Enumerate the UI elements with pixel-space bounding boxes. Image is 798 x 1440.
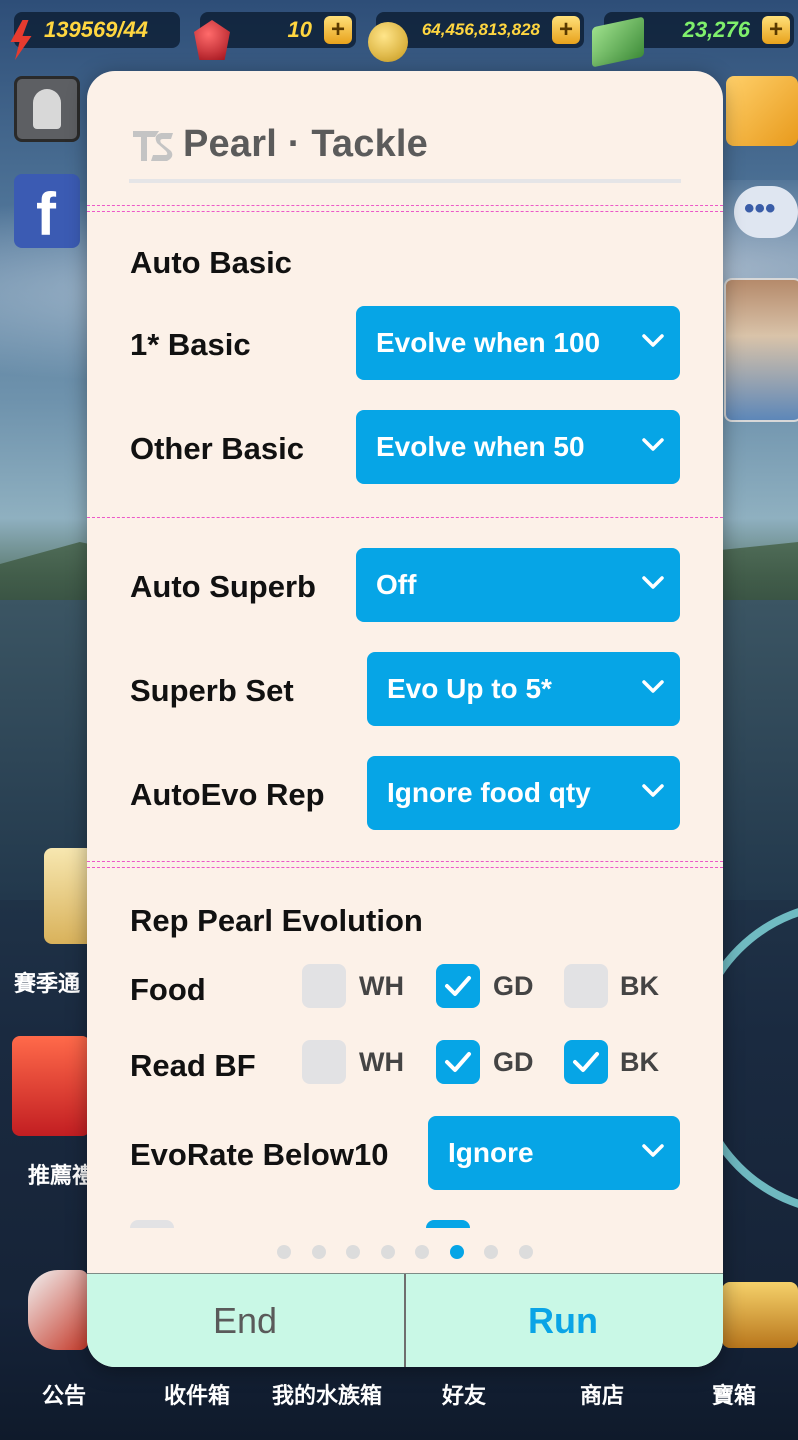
page-dot[interactable] <box>277 1245 291 1259</box>
superb-set-value: Evo Up to 5* <box>387 673 552 704</box>
panel-header: Pearl · Tackle <box>129 123 681 167</box>
food-gd-label: GD <box>493 971 534 1001</box>
auto-basic-heading: Auto Basic <box>130 245 292 280</box>
bottom-nav: 公告 收件箱 我的水族箱 好友 商店 寶箱 <box>0 1378 798 1408</box>
page-dot[interactable] <box>381 1245 395 1259</box>
autoevo-rep-value: Ignore food qty <box>387 777 591 808</box>
ts-logo-icon <box>133 131 173 161</box>
section-divider <box>87 867 723 868</box>
gift-box-icon[interactable] <box>12 1036 90 1136</box>
end-button[interactable]: End <box>87 1274 403 1367</box>
chevron-down-icon <box>642 576 664 589</box>
section-divider <box>87 205 723 206</box>
gold-coins-icon <box>368 22 408 62</box>
nav-shop[interactable]: 商店 <box>580 1378 624 1410</box>
gems-value: 10 <box>287 17 312 42</box>
readbf-gd-label: GD <box>493 1047 534 1077</box>
basic-1star-value: Evolve when 100 <box>376 327 601 358</box>
autoevo-rep-label: AutoEvo Rep <box>130 777 325 812</box>
other-basic-select[interactable]: Evolve when 50 <box>356 410 680 484</box>
nav-aquarium[interactable]: 我的水族箱 <box>272 1378 382 1410</box>
chevron-down-icon <box>642 438 664 451</box>
chevron-down-icon <box>642 1144 664 1157</box>
section-divider <box>87 517 723 518</box>
checkmark-icon <box>573 1052 599 1072</box>
food-bk-checkbox[interactable] <box>564 964 608 1008</box>
checkmark-icon <box>445 976 471 996</box>
page-dot[interactable] <box>415 1245 429 1259</box>
nav-friends[interactable]: 好友 <box>442 1378 486 1410</box>
page-dot[interactable] <box>346 1245 360 1259</box>
readbf-wh-checkbox[interactable] <box>302 1040 346 1084</box>
character-portrait[interactable] <box>724 278 798 422</box>
superb-set-select[interactable]: Evo Up to 5* <box>367 652 680 726</box>
next-row-checkbox-peek[interactable] <box>426 1220 470 1228</box>
food-wh-label: WH <box>359 971 404 1001</box>
page-dot[interactable] <box>519 1245 533 1259</box>
settings-panel: Pearl · Tackle Auto Basic 1* Basic Evolv… <box>87 71 723 1367</box>
facebook-icon[interactable] <box>14 174 80 249</box>
panel-footer: End Run <box>87 1273 723 1367</box>
energy-counter: 139569/44 <box>14 12 180 48</box>
autoevo-rep-select[interactable]: Ignore food qty <box>367 756 680 830</box>
readbf-gd-checkbox[interactable] <box>436 1040 480 1084</box>
auto-superb-value: Off <box>376 569 417 600</box>
add-gems-button[interactable]: + <box>324 16 352 44</box>
read-bf-label: Read BF <box>130 1048 256 1083</box>
food-bk-label: BK <box>620 971 659 1001</box>
readbf-bk-checkbox[interactable] <box>564 1040 608 1084</box>
readbf-bk-label: BK <box>620 1047 659 1077</box>
superb-set-label: Superb Set <box>130 673 294 708</box>
energy-value: 139569/44 <box>44 17 148 42</box>
basic-1star-label: 1* Basic <box>130 327 251 362</box>
megaphone-icon[interactable] <box>28 1270 88 1350</box>
auto-superb-select[interactable]: Off <box>356 548 680 622</box>
nav-chest[interactable]: 寶箱 <box>712 1378 756 1410</box>
other-basic-value: Evolve when 50 <box>376 431 585 462</box>
chevron-down-icon <box>642 334 664 347</box>
panel-title: Pearl · Tackle <box>183 123 429 165</box>
auto-superb-label: Auto Superb <box>130 569 316 604</box>
nav-inbox[interactable]: 收件箱 <box>164 1378 230 1410</box>
page-dot[interactable] <box>484 1245 498 1259</box>
basic-1star-select[interactable]: Evolve when 100 <box>356 306 680 380</box>
checkmark-icon <box>445 1052 471 1072</box>
treasure-chest-icon[interactable] <box>722 1282 798 1348</box>
chevron-down-icon <box>642 680 664 693</box>
cash-value: 23,276 <box>682 17 750 42</box>
food-label: Food <box>130 972 206 1007</box>
rep-pearl-evolution-heading: Rep Pearl Evolution <box>130 903 423 938</box>
evorate-value: Ignore <box>448 1137 534 1168</box>
add-coins-button[interactable]: + <box>552 16 580 44</box>
next-row-checkbox-peek[interactable] <box>130 1220 174 1228</box>
coins-value: 64,456,813,828 <box>421 20 540 39</box>
chat-bubble-icon[interactable] <box>734 186 798 238</box>
readbf-wh-label: WH <box>359 1047 404 1077</box>
section-divider <box>87 211 723 212</box>
page-dot-active[interactable] <box>450 1245 464 1259</box>
page-indicator <box>87 1245 723 1259</box>
add-cash-button[interactable]: + <box>762 16 790 44</box>
recommend-label: 推薦禮 <box>28 1163 95 1188</box>
header-underline <box>129 179 681 183</box>
cash-stack-icon <box>592 16 644 68</box>
evorate-select[interactable]: Ignore <box>428 1116 680 1190</box>
evorate-label: EvoRate Below10 <box>130 1137 389 1172</box>
chevron-down-icon <box>642 784 664 797</box>
player-avatar[interactable] <box>14 76 80 142</box>
run-button[interactable]: Run <box>405 1274 721 1367</box>
food-gd-checkbox[interactable] <box>436 964 480 1008</box>
menu-grid-icon[interactable] <box>726 76 798 146</box>
resource-hud: 139569/44 10 + 64,456,813,828 + 23,276 + <box>0 12 798 68</box>
other-basic-label: Other Basic <box>130 431 305 466</box>
page-dot[interactable] <box>312 1245 326 1259</box>
nav-announcements[interactable]: 公告 <box>42 1378 86 1410</box>
food-wh-checkbox[interactable] <box>302 964 346 1008</box>
season-pass-label: 賽季通 <box>14 971 81 996</box>
section-divider <box>87 861 723 862</box>
